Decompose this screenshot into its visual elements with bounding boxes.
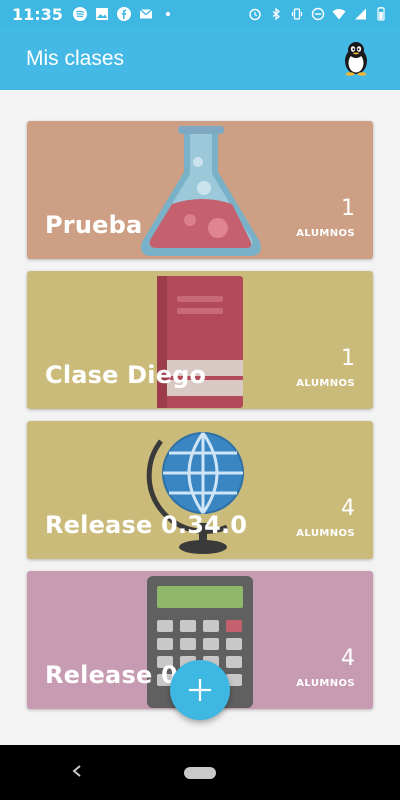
class-name: Release 0.34.0	[45, 511, 248, 539]
class-card[interactable]: Release 0.34.0 4 ALUMNOS	[27, 421, 373, 559]
status-system-icons	[248, 7, 388, 21]
dot-icon	[165, 11, 171, 17]
student-count: 1	[341, 196, 355, 221]
battery-icon	[377, 7, 385, 21]
vibrate-icon	[291, 8, 303, 20]
plus-icon	[189, 679, 211, 701]
wifi-icon	[332, 9, 346, 20]
system-nav-bar	[0, 745, 400, 800]
signal-icon	[355, 8, 366, 20]
penguin-avatar-icon[interactable]	[338, 40, 374, 76]
student-count-label: ALUMNOS	[296, 228, 355, 239]
status-bar: 11:35	[0, 0, 400, 28]
class-card[interactable]: Prueba 1 ALUMNOS	[27, 121, 373, 259]
image-icon	[95, 8, 108, 20]
student-count: 4	[341, 646, 355, 671]
student-count-label: ALUMNOS	[296, 378, 355, 389]
flask-icon	[141, 126, 261, 256]
class-name: Prueba	[45, 211, 143, 239]
spotify-icon	[72, 7, 87, 21]
bluetooth-icon	[272, 7, 281, 21]
class-name: Release 0.	[45, 661, 188, 689]
gmail-icon	[139, 8, 153, 19]
status-time: 11:35	[12, 4, 63, 24]
student-count-label: ALUMNOS	[296, 678, 355, 689]
do-not-disturb-icon	[311, 7, 325, 21]
app-bar: Mis clases	[0, 28, 400, 90]
student-count-label: ALUMNOS	[296, 528, 355, 539]
back-icon[interactable]	[70, 763, 84, 779]
alarm-icon	[249, 8, 261, 21]
facebook-icon	[116, 7, 131, 21]
add-class-button[interactable]	[170, 660, 230, 720]
student-count: 4	[341, 496, 355, 521]
class-card[interactable]: Clase Diego 1 ALUMNOS	[27, 271, 373, 409]
status-notification-icons	[72, 7, 175, 21]
class-list: Prueba 1 ALUMNOS Clase Diego 1 ALUMNOS R…	[0, 90, 400, 745]
home-pill-icon[interactable]	[184, 767, 216, 779]
student-count: 1	[341, 346, 355, 371]
class-name: Clase Diego	[45, 361, 207, 389]
page-title: Mis clases	[26, 47, 125, 70]
